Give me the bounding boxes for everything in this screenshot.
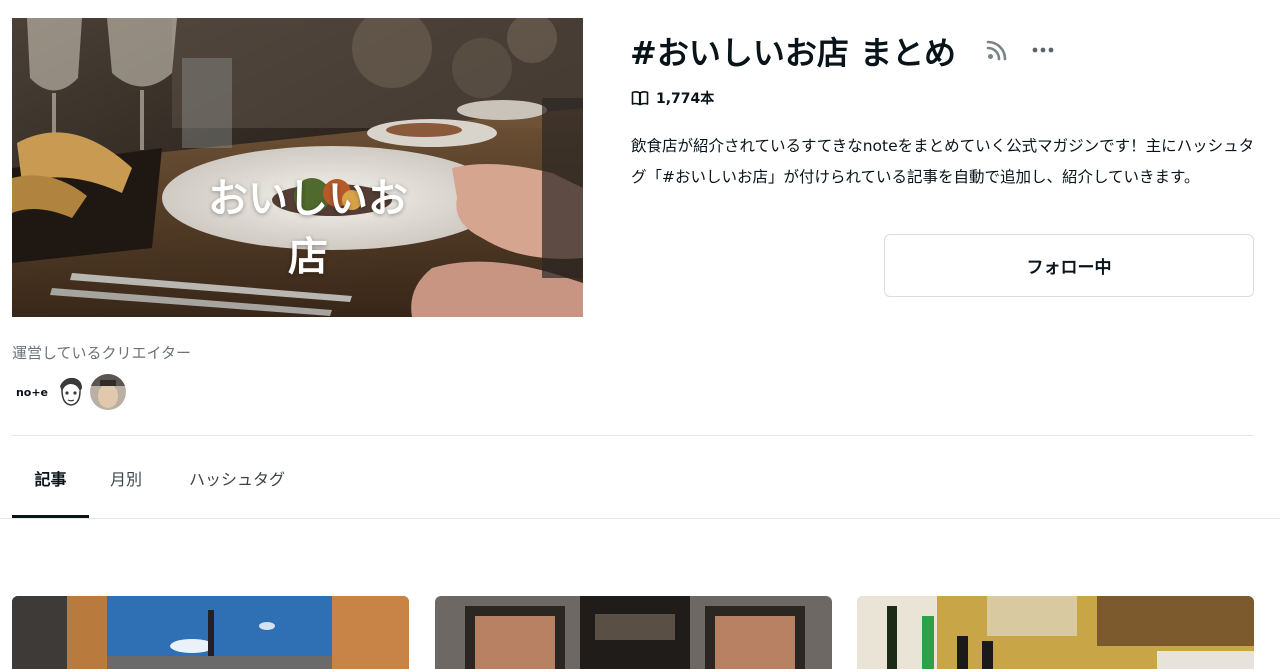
article-thumbnail	[435, 596, 832, 669]
tab-monthly[interactable]: 月別	[100, 458, 152, 518]
article-card[interactable]	[12, 596, 409, 669]
tabs-divider	[0, 518, 1280, 519]
creators-label: 運営しているクリエイター	[12, 344, 191, 362]
article-card[interactable]	[857, 596, 1254, 669]
article-count-value: 1,774本	[656, 91, 715, 107]
article-count: 1,774本	[631, 88, 714, 108]
magazine-cover-image: おいしいお店	[12, 18, 583, 317]
article-thumbnail	[857, 596, 1254, 669]
magazine-page: おいしいお店 #おいしいお店 まとめ 1,774本 飲食店が紹介されているすてき…	[0, 0, 1280, 669]
creator-avatars: no+e	[12, 372, 132, 414]
tab-hashtags[interactable]: ハッシュタグ	[172, 458, 302, 518]
avatar-note[interactable]: no+e	[12, 372, 52, 412]
book-icon	[631, 91, 649, 106]
magazine-description: 飲食店が紹介されているすてきなnoteをまとめていく公式マガジンです！主にハッシ…	[631, 137, 1255, 186]
cover-title-text: おいしいお店	[208, 176, 408, 280]
magazine-tabs: 記事 月別 ハッシュタグ	[12, 458, 1280, 518]
article-card[interactable]	[435, 596, 832, 669]
magazine-title: #おいしいお店 まとめ	[630, 34, 956, 72]
article-thumbnail	[12, 596, 409, 669]
note-logo-text: no+e	[15, 385, 49, 399]
rss-icon[interactable]	[985, 38, 1009, 62]
more-dots-icon[interactable]	[1030, 38, 1056, 62]
tab-articles[interactable]: 記事	[12, 458, 89, 518]
avatar-photo[interactable]	[88, 372, 128, 412]
avatar-illustrated-face[interactable]	[50, 372, 90, 412]
section-divider	[12, 435, 1254, 436]
follow-button[interactable]: フォロー中	[884, 234, 1254, 297]
